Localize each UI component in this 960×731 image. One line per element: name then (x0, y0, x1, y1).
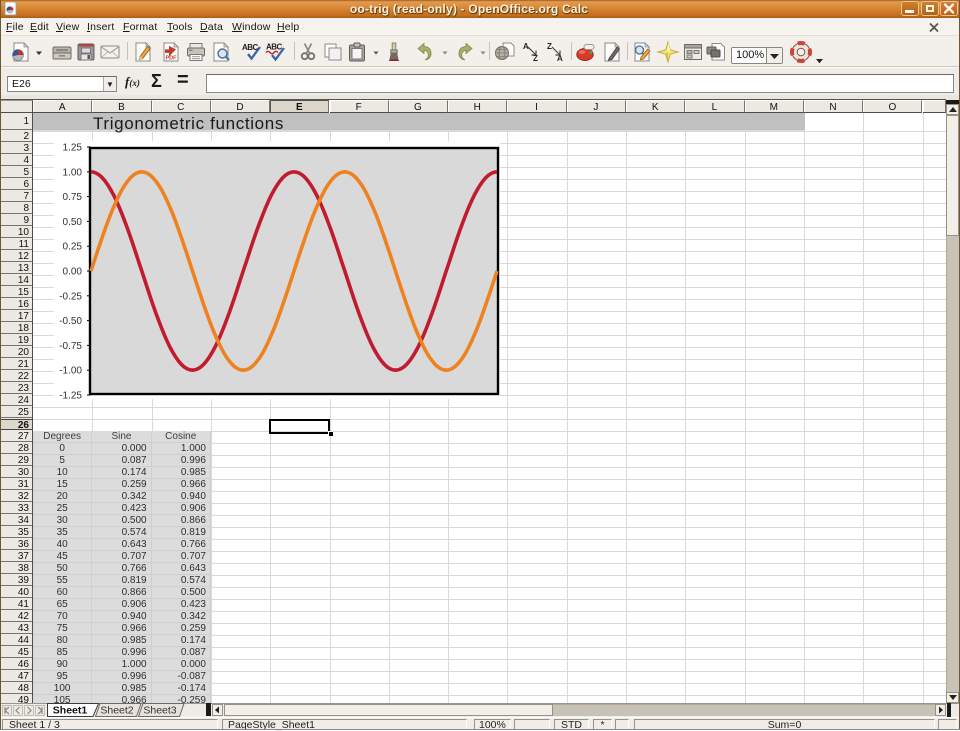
svg-text:0.25: 0.25 (63, 242, 83, 253)
svg-text:-0.50: -0.50 (59, 316, 82, 327)
svg-text:PDF: PDF (166, 56, 178, 62)
svg-text:ABC: ABC (266, 43, 283, 52)
svg-text:1.00: 1.00 (63, 167, 83, 178)
svg-text:-0.75: -0.75 (59, 341, 82, 352)
svg-text:-1.25: -1.25 (59, 391, 82, 400)
svg-text:A: A (523, 42, 529, 51)
svg-text:-0.25: -0.25 (59, 291, 82, 302)
svg-text:0.50: 0.50 (63, 217, 83, 228)
svg-text:Z: Z (547, 42, 552, 51)
svg-text:1.25: 1.25 (63, 143, 83, 154)
svg-text:Sheet1: Sheet1 (53, 705, 88, 717)
svg-text:Sheet3: Sheet3 (143, 705, 176, 717)
svg-text:Sheet2: Sheet2 (100, 705, 133, 717)
svg-text:0.75: 0.75 (63, 192, 83, 203)
svg-text:-1.00: -1.00 (59, 366, 82, 377)
svg-text:0.00: 0.00 (63, 267, 83, 278)
